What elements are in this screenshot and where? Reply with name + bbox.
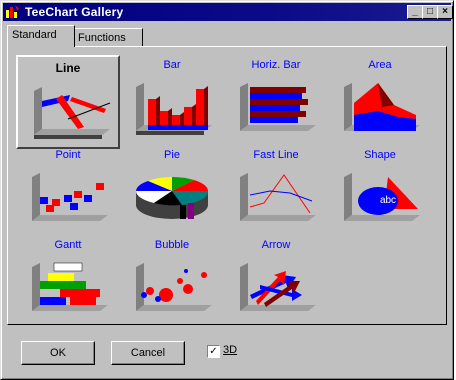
gallery-item-label: Shape: [364, 149, 396, 161]
shape-text: abc: [379, 195, 397, 206]
ok-button[interactable]: OK: [21, 341, 95, 365]
gallery-item-label: Bubble: [154, 239, 190, 251]
gallery-item-shape[interactable]: Shape abc: [328, 143, 432, 237]
3d-checkbox[interactable]: ✓: [207, 345, 220, 358]
line-chart-icon: [34, 87, 111, 139]
gallery-item-point[interactable]: Point: [16, 143, 120, 237]
bubble-chart-icon: [136, 263, 212, 311]
arrow-chart-icon: [240, 263, 316, 311]
fast-line-chart-icon: [240, 173, 316, 221]
area-chart-icon: [344, 83, 420, 131]
maximize-button[interactable]: □: [422, 5, 438, 19]
3d-checkbox-label: 3D: [223, 344, 238, 356]
gallery-item-label: Point: [55, 149, 81, 161]
pie-chart-icon: [136, 177, 209, 219]
gallery-item-label: Line: [55, 61, 81, 75]
dialog-footer: OK Cancel ✓ 3D: [7, 329, 447, 373]
gallery-item-bubble[interactable]: Bubble: [120, 233, 224, 327]
gallery-item-gantt[interactable]: Gantt: [16, 233, 120, 327]
tab-functions[interactable]: Functions: [73, 28, 143, 46]
gallery-item-pie[interactable]: Pie: [120, 143, 224, 237]
gallery-item-line[interactable]: Line: [16, 55, 120, 149]
window-title: TeeChart Gallery: [25, 5, 124, 19]
gallery-item-arrow[interactable]: Arrow: [224, 233, 328, 327]
point-chart-icon: [32, 173, 108, 221]
gallery-item-label: Area: [368, 59, 392, 71]
tab-standard[interactable]: Standard: [7, 25, 75, 47]
minimize-button[interactable]: _: [407, 5, 423, 19]
gallery-item-fast-line[interactable]: Fast Line: [224, 143, 328, 237]
title-bar[interactable]: TeeChart Gallery _ □ ×: [3, 3, 453, 21]
horizontal-bar-chart-icon: [240, 83, 316, 131]
gallery-item-label: Arrow: [261, 239, 291, 251]
gallery-item-label: Bar: [163, 59, 181, 71]
close-button[interactable]: ×: [437, 5, 453, 19]
gallery-item-area[interactable]: Area: [328, 53, 432, 147]
gallery-item-label: Gantt: [54, 239, 82, 251]
teechart-gallery-window: TeeChart Gallery _ □ × Standard Function…: [0, 0, 454, 380]
gallery-item-label: Fast Line: [253, 149, 299, 161]
gallery-panel: Line Bar Horiz. Bar Area Point Pie Fast …: [7, 46, 447, 325]
gallery-item-label: Pie: [164, 149, 180, 161]
gallery-item-bar[interactable]: Bar: [120, 53, 224, 147]
cancel-button[interactable]: Cancel: [111, 341, 185, 365]
gantt-chart-icon: [32, 262, 108, 311]
gallery-item-label: Horiz. Bar: [251, 59, 301, 71]
bar-chart-icon: [136, 83, 212, 135]
teechart-app-icon: [6, 5, 19, 18]
gallery-item-horiz-bar[interactable]: Horiz. Bar: [224, 53, 328, 147]
